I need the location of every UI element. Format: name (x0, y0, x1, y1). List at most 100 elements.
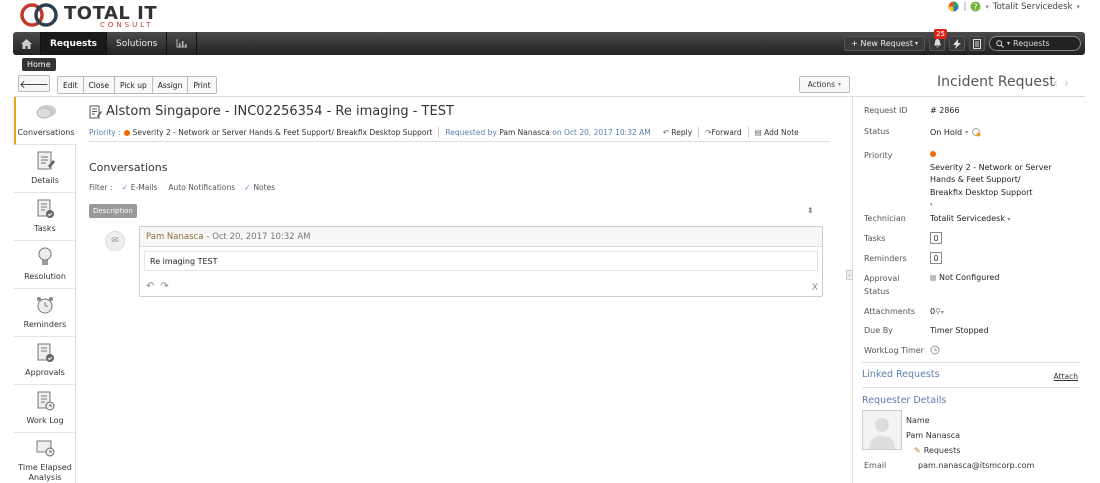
sidebar-item-details[interactable]: Details (14, 145, 76, 193)
divider (89, 141, 830, 142)
status-clock-icon[interactable] (971, 127, 981, 137)
help-icon[interactable]: ? (970, 1, 981, 12)
document-icon (973, 38, 981, 49)
linked-requests-heading: Linked Requests (862, 369, 940, 380)
divider (15, 96, 1085, 97)
description-tag[interactable]: Description (89, 204, 137, 218)
filter-notes[interactable]: Notes (253, 183, 275, 192)
sidebar-item-conversations[interactable]: Conversations (14, 97, 77, 145)
conversations-heading: Conversations (89, 161, 168, 174)
chevron-down-icon: ▾ (930, 202, 933, 208)
sidebar-item-label: Details (31, 176, 59, 185)
print-button[interactable]: Print (188, 77, 215, 93)
requester-name[interactable]: Pam Nanasca (499, 128, 550, 137)
chevron-right-icon: › (848, 271, 851, 279)
reply-button[interactable]: ↶ Reply (663, 128, 692, 137)
sidebar-item-work-log[interactable]: Work Log (14, 385, 76, 433)
status-dropdown[interactable]: On Hold ▾ (930, 127, 981, 137)
reminders-label: Reminders (864, 254, 907, 263)
edit-button[interactable]: Edit (58, 77, 84, 93)
sidebar-item-label: Time Elapsed Analysis (18, 463, 72, 482)
filter-emails[interactable]: E-Mails (131, 183, 158, 192)
forward-icon[interactable]: ↷ (160, 281, 174, 292)
sidebar-item-tasks[interactable]: Tasks (14, 193, 76, 241)
tab-requests[interactable]: Requests (41, 32, 108, 55)
actions-dropdown[interactable]: Actions ▾ (798, 76, 850, 93)
home-icon (21, 38, 32, 49)
chevron-right-icon[interactable]: › (1064, 76, 1075, 90)
arrow-left-icon: 🡐 (19, 77, 49, 91)
request-toolbar: 🡐 Edit Close Pick up Assign Print Action… (15, 75, 850, 95)
approval-status-label: Approval Status (864, 274, 900, 296)
user-name[interactable]: Totalit Servicedesk (993, 2, 1073, 12)
sidebar-item-label: Tasks (34, 224, 56, 233)
user-silhouette-icon (869, 418, 895, 449)
work-log-icon (37, 391, 55, 411)
sidebar-item-reminders[interactable]: Reminders (14, 289, 76, 337)
checkmark-icon[interactable]: ✓ (244, 183, 250, 192)
priority-dropdown[interactable]: Severity 2 - Network or Server Hands & F… (930, 149, 1055, 212)
sidebar-item-resolution[interactable]: Resolution (14, 241, 76, 289)
reply-icon[interactable]: ↶ (146, 281, 160, 292)
lightbulb-icon (38, 247, 52, 265)
technician-dropdown[interactable]: Totalit Servicedesk ▾ (930, 214, 1011, 223)
document-edit-icon (37, 151, 55, 170)
notification-badge: 25 (934, 29, 947, 39)
bell-icon (933, 39, 941, 48)
home-button[interactable] (13, 32, 41, 55)
status-square-icon (930, 274, 936, 281)
conversation-author[interactable]: Pam Nanasca (146, 232, 203, 242)
name-label: Name (906, 416, 930, 425)
note-icon: ▤ (754, 128, 762, 137)
notifications-button[interactable]: 25 (929, 29, 947, 51)
scan-button[interactable] (969, 36, 985, 51)
avatar (862, 410, 902, 450)
close-button[interactable]: Close (84, 77, 115, 93)
sidebar-item-approvals[interactable]: Approvals (14, 337, 76, 385)
conversation-date: - Oct 20, 2017 10:32 AM (206, 231, 311, 242)
chevron-down-icon: ▾ (1007, 216, 1011, 223)
home-tooltip: Home (22, 58, 56, 71)
edit-document-icon[interactable] (89, 105, 102, 119)
attach-link[interactable]: Attach (1054, 372, 1078, 381)
approval-icon (37, 343, 54, 362)
worklog-timer-button[interactable] (930, 345, 940, 357)
email-value[interactable]: pam.nanasca@itsmcorp.com (918, 461, 1034, 470)
tasks-count[interactable]: 0 (930, 232, 942, 244)
user-bar: | ? ▾ Totalit Servicedesk ▾ (948, 1, 1080, 12)
assign-button[interactable]: Assign (153, 77, 189, 93)
filter-auto-notifications[interactable]: Auto Notifications (168, 183, 235, 192)
checkmark-icon[interactable]: ✓ (122, 183, 128, 192)
add-note-button[interactable]: ▤ Add Note (755, 128, 799, 137)
tab-solutions[interactable]: Solutions (107, 32, 168, 55)
forward-button[interactable]: ↷Forward (705, 128, 741, 137)
divider (852, 97, 853, 483)
reports-button[interactable] (167, 32, 198, 55)
chevron-down-icon[interactable]: ▾ (985, 3, 989, 11)
reminders-count[interactable]: 0 (930, 252, 942, 264)
sidebar-item-label: Work Log (26, 416, 64, 425)
edit-document-icon: ✎ (914, 446, 921, 455)
new-request-button[interactable]: + New Request ▾ (844, 36, 925, 51)
chevron-down-icon: ▾ (965, 128, 969, 136)
company-logo[interactable]: TOTAL IT CONSULT (20, 2, 165, 32)
chevron-left-icon[interactable]: ‹ (1053, 76, 1064, 90)
requests-link[interactable]: ✎ Requests (914, 446, 960, 455)
close-icon[interactable]: X (812, 283, 818, 293)
color-wheel-icon[interactable] (948, 1, 959, 12)
quick-actions-button[interactable] (949, 36, 965, 51)
chevron-down-icon[interactable]: | (963, 2, 966, 12)
prev-next-nav[interactable]: ‹› (1053, 76, 1075, 90)
collapse-panel-button[interactable]: › (846, 270, 853, 280)
request-title: Alstom Singapore - INC02256354 - Re imag… (89, 104, 454, 119)
back-button[interactable]: 🡐 (18, 75, 50, 92)
chevron-down-icon[interactable]: ▾ (1076, 3, 1080, 11)
search-input[interactable]: ▾ Requests (989, 36, 1081, 51)
conversation-filter: Filter : ✓ E-Mails Auto Notifications ✓ No… (89, 183, 276, 192)
sidebar-item-time-elapsed[interactable]: Time Elapsed Analysis (14, 433, 76, 483)
timer-icon (930, 345, 940, 355)
pick-up-button[interactable]: Pick up (115, 77, 153, 93)
attachments-value[interactable]: 0⚲▾ (930, 307, 944, 316)
top-bar: TOTAL IT CONSULT | ? ▾ Totalit Servicede… (0, 0, 1100, 32)
sort-icon[interactable]: ⬍ (807, 206, 814, 215)
